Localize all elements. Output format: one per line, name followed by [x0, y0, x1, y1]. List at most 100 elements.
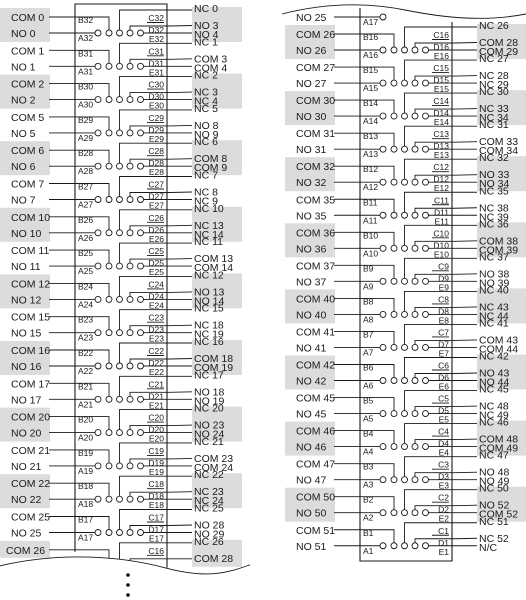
nc-label: NC 21 — [194, 436, 224, 448]
pin-e — [422, 244, 429, 252]
no-label: NO 25 — [296, 12, 327, 24]
pin-b — [390, 310, 398, 318]
nc-label: NC 0 — [194, 3, 218, 15]
pin-label-b: B9 — [363, 263, 374, 273]
com-label: COM 26 — [296, 29, 335, 41]
pin-b — [390, 344, 398, 351]
pin-d — [411, 211, 419, 219]
pin-d — [126, 529, 134, 536]
pin-d — [126, 395, 134, 403]
pin-d — [126, 229, 134, 237]
relay-group: COM 17NO 17B21A21C21D21E21NC 17NO 18NO 1… — [11, 369, 225, 410]
pin-c — [401, 46, 408, 54]
pin-a — [379, 79, 387, 87]
pin-a — [94, 529, 102, 536]
pin-label-e: E9 — [439, 282, 450, 292]
pin-a — [379, 145, 387, 153]
pin-e — [137, 295, 144, 303]
pin-label-c: C28 — [148, 146, 164, 156]
pin-e — [422, 112, 429, 120]
pin-d — [126, 129, 134, 137]
pin-label-a: A21 — [78, 399, 93, 409]
pin-b — [105, 529, 113, 536]
nc-label: NC 50 — [479, 483, 509, 495]
pin-a — [379, 244, 387, 252]
pin-b — [105, 162, 113, 170]
relay-group: COM 7NO 7B27A27C27D27E27NC 7NC 8NC 9 — [11, 170, 218, 211]
no-label: NO 26 — [296, 45, 327, 57]
continuation-dot — [126, 593, 130, 597]
pin-label-a: A22 — [78, 366, 93, 376]
nc-label: NC 47 — [479, 450, 509, 462]
pin-label-c: C20 — [148, 413, 164, 423]
pin-b — [390, 112, 398, 120]
com-label: COM 27 — [296, 62, 335, 74]
pin-label-b: B21 — [78, 381, 93, 391]
pin-label-c: C26 — [148, 213, 164, 223]
pin-label-a: A26 — [78, 233, 93, 243]
pin-label-b: B18 — [78, 481, 93, 491]
pin-e — [422, 211, 429, 219]
pin-a — [94, 262, 102, 270]
continuation-dot — [126, 573, 130, 577]
pin-e — [137, 362, 144, 370]
pin-label-e: E25 — [149, 267, 164, 277]
pin-b — [390, 476, 398, 484]
com-label: COM 47 — [296, 459, 335, 471]
pin-a — [94, 462, 102, 470]
pin-label-e: E5 — [439, 415, 450, 425]
no-label: NO 25 — [11, 528, 42, 540]
pin-label-a: A12 — [363, 182, 378, 192]
nc-label: NC 45 — [479, 384, 509, 396]
com-label: COM 37 — [296, 260, 335, 272]
pin-label-a: A19 — [78, 466, 93, 476]
nc-label: NC 10 — [194, 203, 224, 215]
pin-label-a: A1 — [363, 546, 374, 556]
no-label: NO 37 — [296, 276, 327, 288]
pin-d — [411, 377, 419, 384]
pin-b — [390, 277, 398, 285]
relay-group: COM 45NO 45B5A5C5D5E5NC 45NC 48NC 49 — [296, 384, 509, 425]
com-label: COM 22 — [11, 478, 50, 490]
pin-c — [401, 145, 408, 153]
no-label: NO 0 — [11, 28, 36, 40]
pin-c — [116, 362, 123, 370]
pin-c — [401, 377, 408, 384]
com-label: COM 20 — [11, 412, 50, 424]
pin-label-e: E32 — [149, 34, 164, 44]
com-label: COM 0 — [11, 12, 44, 24]
com-label: COM 31 — [296, 128, 335, 140]
no-label: NO 21 — [11, 461, 42, 473]
no-label: NO 45 — [296, 409, 327, 421]
no-label: NO 12 — [11, 294, 42, 306]
pin-label-e: E1 — [439, 547, 450, 557]
nc-label: NC 16 — [194, 336, 224, 348]
pin-label-a: A13 — [363, 149, 378, 159]
pin-label-c: C24 — [148, 279, 164, 289]
pin-c — [401, 79, 408, 87]
pin-c — [116, 96, 123, 104]
pin-label-c: C14 — [433, 96, 449, 106]
pin-d — [126, 196, 134, 203]
pin-label-e: E8 — [439, 315, 450, 325]
pin-label-b: B29 — [78, 115, 93, 125]
pin-e — [137, 129, 144, 137]
pin-a — [379, 443, 387, 451]
no-label: NO 35 — [296, 210, 327, 222]
pin-a — [379, 476, 387, 484]
no-label: NO 7 — [11, 195, 36, 207]
pin-a — [379, 178, 387, 186]
pin-label-a: A8 — [363, 314, 374, 324]
pin-e — [137, 495, 144, 503]
pin-label-c: C5 — [438, 394, 449, 404]
pin-a — [94, 362, 102, 370]
pin-label-c: C32 — [148, 13, 164, 23]
pin-d — [411, 46, 419, 54]
pin-b — [390, 79, 398, 87]
nc-label: NC 46 — [479, 417, 509, 429]
pin-d — [126, 429, 134, 437]
relay-group: COM 27NO 27B15A15C15D15E15NC 27NC 28NC 2… — [296, 53, 509, 94]
pin-a — [379, 509, 387, 517]
com-label: COM 25 — [11, 512, 50, 524]
pin-b — [105, 429, 113, 437]
